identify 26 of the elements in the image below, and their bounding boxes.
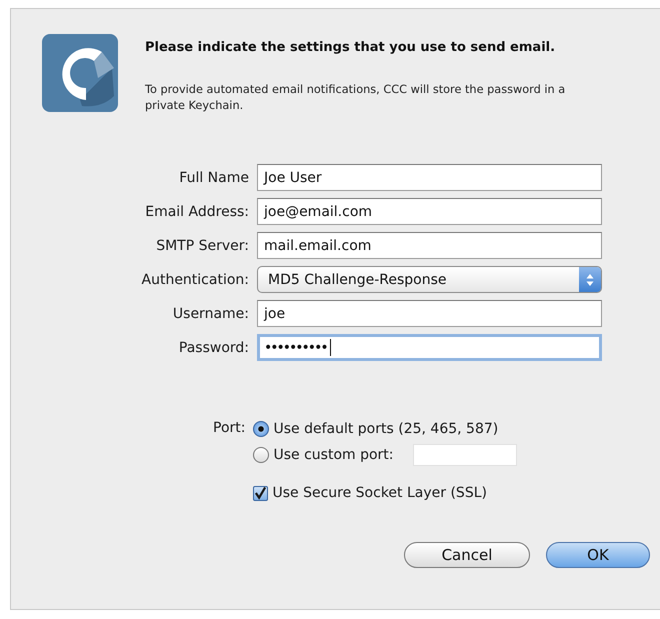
input-field[interactable]: mail.email.com xyxy=(257,232,602,259)
radio-label[interactable]: Use custom port: xyxy=(273,447,394,463)
input-field[interactable]: joe@email.com xyxy=(257,198,602,225)
checkbox-label[interactable]: Use Secure Socket Layer (SSL) xyxy=(272,485,487,501)
radio-label[interactable]: Use default ports (25, 465, 587) xyxy=(273,421,498,437)
field-label: Username: xyxy=(172,306,249,322)
dialog-title: Please indicate the settings that you use to send email. xyxy=(145,40,556,55)
port-label: Port: xyxy=(213,419,246,438)
input-field[interactable]: •••••••••• xyxy=(257,334,602,361)
field-label: SMTP Server: xyxy=(155,238,249,254)
ok-button[interactable]: OK xyxy=(546,542,650,568)
input-field[interactable]: joe xyxy=(257,300,602,327)
authentication-dropdown[interactable]: MD5 Challenge-Response xyxy=(257,266,602,293)
field-label: Email Address: xyxy=(144,204,249,220)
field-label: Password: xyxy=(178,340,249,356)
custom-port-field[interactable] xyxy=(412,444,517,466)
input-field[interactable]: Joe User xyxy=(257,164,602,191)
dialog-description: To provide automated email notifications, CCC will store the password in a private Keychain. xyxy=(145,82,566,114)
cancel-button[interactable]: Cancel xyxy=(404,542,530,568)
app-logo-icon xyxy=(42,34,118,112)
field-label: Authentication: xyxy=(140,272,249,288)
checkbox[interactable] xyxy=(253,486,268,500)
field-label: Full Name xyxy=(178,170,249,186)
radio-button[interactable] xyxy=(253,421,270,437)
stepper-arrows-icon xyxy=(579,267,601,292)
radio-button[interactable] xyxy=(253,447,270,463)
